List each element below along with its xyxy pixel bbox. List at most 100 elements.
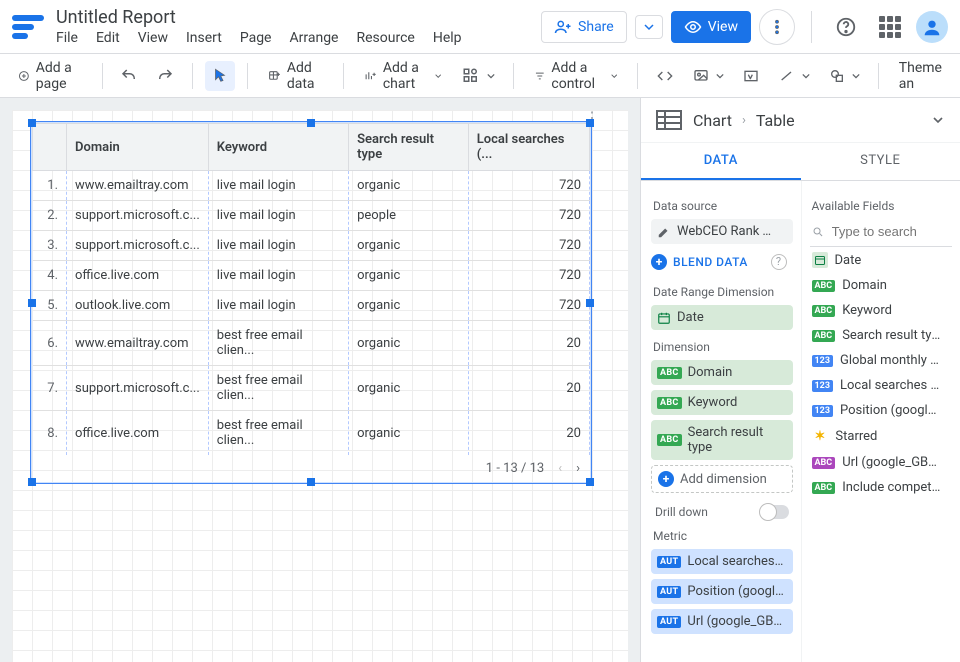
table-row[interactable]: 7. support.microsoft.c... best free emai… xyxy=(33,366,590,411)
menu-resource[interactable]: Resource xyxy=(356,30,414,46)
canvas-area[interactable]: ⋮ Domain Keyword Search result type Loca… xyxy=(0,98,640,662)
menu-edit[interactable]: Edit xyxy=(96,30,120,46)
code-icon xyxy=(656,68,674,84)
share-dropdown[interactable] xyxy=(635,15,663,39)
url-embed-button[interactable] xyxy=(650,62,680,90)
collapse-panel-button[interactable] xyxy=(930,112,946,128)
share-button[interactable]: Share xyxy=(541,11,627,43)
metric-chip[interactable]: AUTUrl (google_GB_R... xyxy=(651,609,793,634)
caret-down-icon xyxy=(435,71,441,81)
section-date-range: Date Range Dimension xyxy=(653,285,791,299)
text-field-icon: ABC xyxy=(812,330,836,342)
theme-button[interactable]: Theme an xyxy=(891,55,950,97)
menu-insert[interactable]: Insert xyxy=(186,30,222,46)
breadcrumb-chart[interactable]: Chart xyxy=(693,111,732,130)
metric-chip[interactable]: AUTLocal searches (L... xyxy=(651,549,793,574)
database-plus-icon xyxy=(268,67,281,85)
view-button[interactable]: View xyxy=(671,11,751,43)
available-field[interactable]: ABCUrl (google_GB_RU Lo... xyxy=(810,450,953,475)
eye-icon xyxy=(684,18,702,36)
col-type[interactable]: Search result type xyxy=(349,124,469,171)
available-field[interactable]: ABCSearch result type xyxy=(810,323,953,348)
available-field[interactable]: Date xyxy=(810,247,953,273)
menu-arrange[interactable]: Arrange xyxy=(290,30,339,46)
star-icon: ✶ xyxy=(812,428,829,445)
line-button[interactable] xyxy=(772,62,816,90)
redo-button[interactable] xyxy=(150,61,180,91)
more-options-button[interactable] xyxy=(759,9,795,45)
table-row[interactable]: 8. office.live.com best free email clien… xyxy=(33,411,590,456)
add-data-button[interactable]: Add data xyxy=(260,55,332,97)
help-button[interactable] xyxy=(828,9,864,45)
main-menu: File Edit View Insert Page Arrange Resou… xyxy=(56,30,462,46)
plus-circle-icon: + xyxy=(651,254,667,270)
col-domain[interactable]: Domain xyxy=(67,124,209,171)
apps-button[interactable] xyxy=(872,9,908,45)
available-field[interactable]: ABCDomain xyxy=(810,273,953,298)
available-field[interactable]: ABCKeyword xyxy=(810,298,953,323)
document-title[interactable]: Untitled Report xyxy=(56,7,462,28)
date-dimension-chip[interactable]: Date xyxy=(651,305,793,330)
table-row[interactable]: 1. www.emailtray.com live mail login org… xyxy=(33,171,590,201)
table-row[interactable]: 6. www.emailtray.com best free email cli… xyxy=(33,321,590,366)
breadcrumb-type[interactable]: Table xyxy=(756,111,795,130)
field-search[interactable] xyxy=(810,219,953,247)
table-row[interactable]: 2. support.microsoft.c... live mail logi… xyxy=(33,201,590,231)
available-field[interactable]: 123Position (google_GB_... xyxy=(810,398,953,423)
add-dimension-button[interactable]: + Add dimension xyxy=(651,465,793,493)
data-table: Domain Keyword Search result type Local … xyxy=(32,123,590,455)
number-field-icon: 123 xyxy=(812,380,834,392)
field-search-input[interactable] xyxy=(830,223,950,240)
dimension-chip[interactable]: ABCKeyword xyxy=(651,390,793,415)
table-row[interactable]: 5. outlook.live.com live mail login orga… xyxy=(33,291,590,321)
table-row[interactable]: 4. office.live.com live mail login organ… xyxy=(33,261,590,291)
grid-plus-icon xyxy=(461,67,481,85)
app-header: Untitled Report File Edit View Insert Pa… xyxy=(0,0,960,54)
account-avatar[interactable] xyxy=(916,11,948,43)
report-canvas[interactable]: ⋮ Domain Keyword Search result type Loca… xyxy=(12,110,628,662)
metric-chip[interactable]: AUTPosition (google_... xyxy=(651,579,793,604)
section-available-fields: Available Fields xyxy=(812,199,951,213)
shapes-icon xyxy=(828,68,846,84)
undo-button[interactable] xyxy=(114,61,144,91)
number-field-icon: 123 xyxy=(812,405,834,417)
select-tool-button[interactable] xyxy=(205,61,235,91)
undo-icon xyxy=(120,67,138,85)
add-page-button[interactable]: Add a page xyxy=(10,55,90,97)
dimension-chip[interactable]: ABCDomain xyxy=(651,360,793,385)
menu-help[interactable]: Help xyxy=(433,30,462,46)
menu-page[interactable]: Page xyxy=(240,30,272,46)
data-source-chip[interactable]: WebCEO Rank Tra... xyxy=(651,219,793,244)
pager-next-button[interactable]: › xyxy=(576,461,580,476)
available-field[interactable]: ✶Starred xyxy=(810,423,953,450)
user-icon xyxy=(921,16,943,38)
tab-data[interactable]: DATA xyxy=(641,143,801,180)
table-row[interactable]: 3. support.microsoft.c... live mail logi… xyxy=(33,231,590,261)
tab-style[interactable]: STYLE xyxy=(801,143,960,180)
blend-data-button[interactable]: + BLEND DATA ? xyxy=(651,249,793,275)
col-local[interactable]: Local searches (... xyxy=(468,124,589,171)
image-button[interactable] xyxy=(686,62,730,90)
drill-down-toggle[interactable] xyxy=(761,505,789,519)
pager-prev-button[interactable]: ‹ xyxy=(558,461,562,476)
caret-down-icon xyxy=(644,22,654,32)
dimension-chip[interactable]: ABCSearch result type xyxy=(651,420,793,460)
text-button[interactable] xyxy=(736,62,766,90)
community-viz-button[interactable] xyxy=(455,61,501,91)
menu-file[interactable]: File xyxy=(56,30,78,46)
side-panel: Chart › Table DATA STYLE Data source Web… xyxy=(640,98,960,662)
add-control-button[interactable]: Add a control xyxy=(526,55,626,97)
shape-button[interactable] xyxy=(822,62,866,90)
table-chart[interactable]: Domain Keyword Search result type Local … xyxy=(31,122,591,483)
text-box-icon xyxy=(742,68,760,84)
available-field[interactable]: 123Local searches (Lond... xyxy=(810,373,953,398)
add-chart-button[interactable]: Add a chart xyxy=(356,55,449,97)
help-icon[interactable]: ? xyxy=(771,254,787,270)
section-dimension: Dimension xyxy=(653,340,791,354)
pencil-icon xyxy=(657,225,671,239)
available-field[interactable]: ABCInclude competitor ra... xyxy=(810,475,953,500)
menu-view[interactable]: View xyxy=(138,30,168,46)
available-field[interactable]: 123Global monthly searc... xyxy=(810,348,953,373)
col-keyword[interactable]: Keyword xyxy=(208,124,348,171)
plus-circle-icon: + xyxy=(658,471,674,487)
